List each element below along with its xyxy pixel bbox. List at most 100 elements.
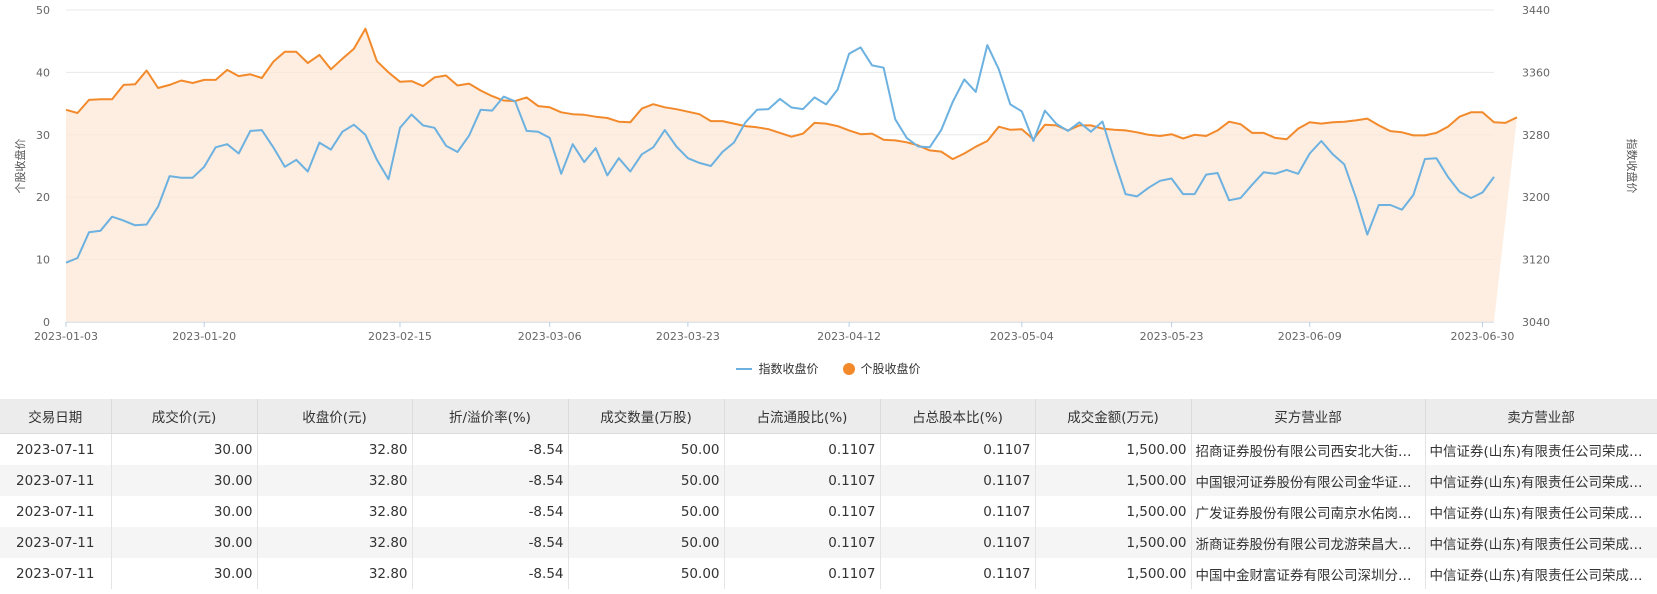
chart-legend: 指数收盘价 个股收盘价	[0, 360, 1657, 377]
cell-volume: 50.00	[568, 465, 725, 496]
header-date[interactable]: 交易日期	[0, 399, 112, 434]
y-right-tick-label: 3440	[1522, 4, 1550, 17]
cell-premium-rate: -8.54	[412, 496, 569, 527]
cell-total-ratio: 0.1107	[880, 558, 1036, 589]
table-row[interactable]: 2023-07-11 30.00 32.80 -8.54 50.00 0.1107 0.11…	[0, 496, 1657, 527]
x-tick-label: 2023-05-23	[1140, 330, 1204, 343]
dual-axis-line-chart: 0 3040 10 3120 20 3200 30 3280 40 3360 50 3440 个股收盘价…	[0, 0, 1657, 395]
legend-line-icon	[736, 367, 753, 370]
x-tick-label: 2023-06-30	[1451, 330, 1515, 343]
header-float-ratio[interactable]: 占流通股比(%)	[724, 399, 881, 434]
table-row[interactable]: 2023-07-11 30.00 32.80 -8.54 50.00 0.1107 0.11…	[0, 527, 1657, 558]
cell-total-ratio: 0.1107	[880, 465, 1036, 496]
cell-close-price: 32.80	[257, 527, 413, 558]
cell-seller: 中信证券(山东)有限责任公司荣成成山大道证券营业部	[1425, 496, 1657, 527]
cell-volume: 50.00	[568, 558, 725, 589]
legend-label-stock: 个股收盘价	[860, 362, 921, 376]
table-row[interactable]: 2023-07-11 30.00 32.80 -8.54 50.00 0.1107 0.11…	[0, 465, 1657, 496]
cell-float-ratio: 0.1107	[724, 527, 881, 558]
y-left-tick-label: 20	[36, 191, 50, 204]
header-volume[interactable]: 成交数量(万股)	[568, 399, 725, 434]
y-right-tick-label: 3040	[1522, 316, 1550, 329]
y-left-tick-label: 0	[43, 316, 50, 329]
cell-seller: 中信证券(山东)有限责任公司荣成成山大道证券营业部	[1425, 433, 1657, 465]
table-header-row: 交易日期 成交价(元) 收盘价(元) 折/溢价率(%) 成交数量(万股) 占流通…	[0, 399, 1657, 434]
cell-date: 2023-07-11	[0, 527, 112, 558]
cell-premium-rate: -8.54	[412, 465, 569, 496]
header-close-price[interactable]: 收盘价(元)	[257, 399, 413, 434]
header-seller[interactable]: 卖方营业部	[1425, 399, 1657, 434]
cell-date: 2023-07-11	[0, 433, 112, 465]
cell-premium-rate: -8.54	[412, 527, 569, 558]
cell-close-price: 32.80	[257, 558, 413, 589]
cell-amount: 1,500.00	[1035, 465, 1192, 496]
x-tick-label: 2023-01-20	[172, 330, 236, 343]
cell-amount: 1,500.00	[1035, 558, 1192, 589]
x-tick-label: 2023-04-12	[817, 330, 881, 343]
cell-trade-price: 30.00	[111, 433, 258, 465]
cell-volume: 50.00	[568, 433, 725, 465]
header-buyer[interactable]: 买方营业部	[1191, 399, 1426, 434]
chart-svg: 0 3040 10 3120 20 3200 30 3280 40 3360 50 3440 个股收盘价…	[13, 4, 1639, 343]
cell-buyer: 广发证券股份有限公司南京水佑岗证券营业部	[1191, 496, 1426, 527]
header-trade-price[interactable]: 成交价(元)	[111, 399, 258, 434]
y-left-axis-title: 个股收盘价	[13, 139, 27, 194]
header-amount[interactable]: 成交金额(万元)	[1035, 399, 1192, 434]
cell-seller: 中信证券(山东)有限责任公司荣成成山大道证券营业部	[1425, 527, 1657, 558]
cell-total-ratio: 0.1107	[880, 433, 1036, 465]
block-trade-table: 交易日期 成交价(元) 收盘价(元) 折/溢价率(%) 成交数量(万股) 占流通…	[0, 399, 1657, 589]
cell-premium-rate: -8.54	[412, 433, 569, 465]
x-tick-label: 2023-02-15	[368, 330, 432, 343]
cell-date: 2023-07-11	[0, 465, 112, 496]
header-premium-rate[interactable]: 折/溢价率(%)	[412, 399, 569, 434]
y-right-tick-label: 3280	[1522, 129, 1550, 142]
cell-close-price: 32.80	[257, 433, 413, 465]
cell-premium-rate: -8.54	[412, 558, 569, 589]
cell-seller: 中信证券(山东)有限责任公司荣成成山大道证券营业部	[1425, 558, 1657, 589]
y-left-tick-label: 40	[36, 66, 50, 79]
y-right-tick-label: 3360	[1522, 66, 1550, 79]
x-tick-label: 2023-06-09	[1278, 330, 1342, 343]
cell-close-price: 32.80	[257, 496, 413, 527]
cell-buyer: 中国银河证券股份有限公司金华证券营业部	[1191, 465, 1426, 496]
legend-item-stock[interactable]: 个股收盘价	[842, 360, 921, 377]
cell-total-ratio: 0.1107	[880, 527, 1036, 558]
cell-seller: 中信证券(山东)有限责任公司荣成成山大道证券营业部	[1425, 465, 1657, 496]
y-right-tick-label: 3200	[1522, 191, 1550, 204]
y-left-tick-label: 30	[36, 129, 50, 142]
legend-label-index: 指数收盘价	[758, 362, 819, 376]
x-tick-label: 2023-05-04	[990, 330, 1054, 343]
legend-dot-icon	[842, 362, 855, 375]
cell-trade-price: 30.00	[111, 558, 258, 589]
cell-volume: 50.00	[568, 527, 725, 558]
table-body: 2023-07-11 30.00 32.80 -8.54 50.00 0.1107 0.11…	[0, 433, 1657, 589]
y-left-tick-label: 10	[36, 254, 50, 267]
cell-close-price: 32.80	[257, 465, 413, 496]
table-row[interactable]: 2023-07-11 30.00 32.80 -8.54 50.00 0.1107 0.11…	[0, 433, 1657, 465]
y-right-tick-label: 3120	[1522, 254, 1550, 267]
cell-trade-price: 30.00	[111, 496, 258, 527]
cell-volume: 50.00	[568, 496, 725, 527]
x-tick-label: 2023-01-03	[34, 330, 98, 343]
cell-date: 2023-07-11	[0, 558, 112, 589]
cell-amount: 1,500.00	[1035, 527, 1192, 558]
cell-buyer: 中国中金财富证券有限公司深圳分公司	[1191, 558, 1426, 589]
cell-total-ratio: 0.1107	[880, 496, 1036, 527]
cell-buyer: 浙商证券股份有限公司龙游荣昌大道证券营业部	[1191, 527, 1426, 558]
cell-date: 2023-07-11	[0, 496, 112, 527]
legend-item-index[interactable]: 指数收盘价	[736, 360, 819, 377]
cell-float-ratio: 0.1107	[724, 465, 881, 496]
table-row[interactable]: 2023-07-11 30.00 32.80 -8.54 50.00 0.1107 0.11…	[0, 558, 1657, 589]
x-tick-label: 2023-03-06	[518, 330, 582, 343]
header-total-ratio[interactable]: 占总股本比(%)	[880, 399, 1036, 434]
y-right-axis-title: 指数收盘价	[1625, 139, 1639, 194]
cell-float-ratio: 0.1107	[724, 496, 881, 527]
cell-float-ratio: 0.1107	[724, 558, 881, 589]
cell-amount: 1,500.00	[1035, 496, 1192, 527]
cell-amount: 1,500.00	[1035, 433, 1192, 465]
cell-trade-price: 30.00	[111, 527, 258, 558]
cell-buyer: 招商证券股份有限公司西安北大街证券营业部	[1191, 433, 1426, 465]
x-tick-label: 2023-03-23	[656, 330, 720, 343]
cell-float-ratio: 0.1107	[724, 433, 881, 465]
y-left-tick-label: 50	[36, 4, 50, 17]
